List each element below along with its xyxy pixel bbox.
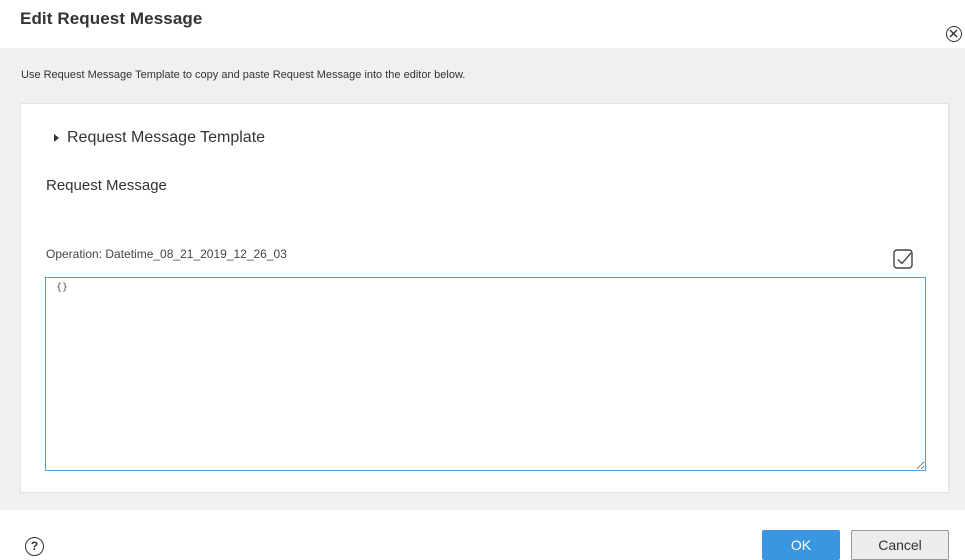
operation-text: Operation: Datetime_08_21_2019_12_26_03 (46, 247, 287, 261)
cancel-button[interactable]: Cancel (851, 530, 949, 560)
help-button[interactable]: ? (25, 537, 44, 556)
edit-request-message-dialog: Edit Request Message Use Request Message… (0, 0, 965, 560)
request-message-label: Request Message (46, 177, 167, 194)
close-icon (949, 29, 958, 38)
help-icon: ? (30, 539, 39, 553)
caret-right-icon (54, 134, 59, 142)
instructions-text: Use Request Message Template to copy and… (21, 69, 466, 81)
request-message-panel: Request Message Template Request Message… (20, 103, 949, 493)
request-message-template-toggle[interactable]: Request Message Template (54, 129, 265, 147)
dialog-title: Edit Request Message (20, 9, 203, 28)
request-message-editor[interactable]: {} (45, 277, 926, 471)
ok-button[interactable]: OK (762, 530, 840, 560)
template-toggle-label: Request Message Template (67, 129, 266, 146)
close-button[interactable] (946, 26, 962, 42)
checkbox-check-icon (893, 249, 913, 269)
validate-button[interactable] (892, 248, 914, 270)
